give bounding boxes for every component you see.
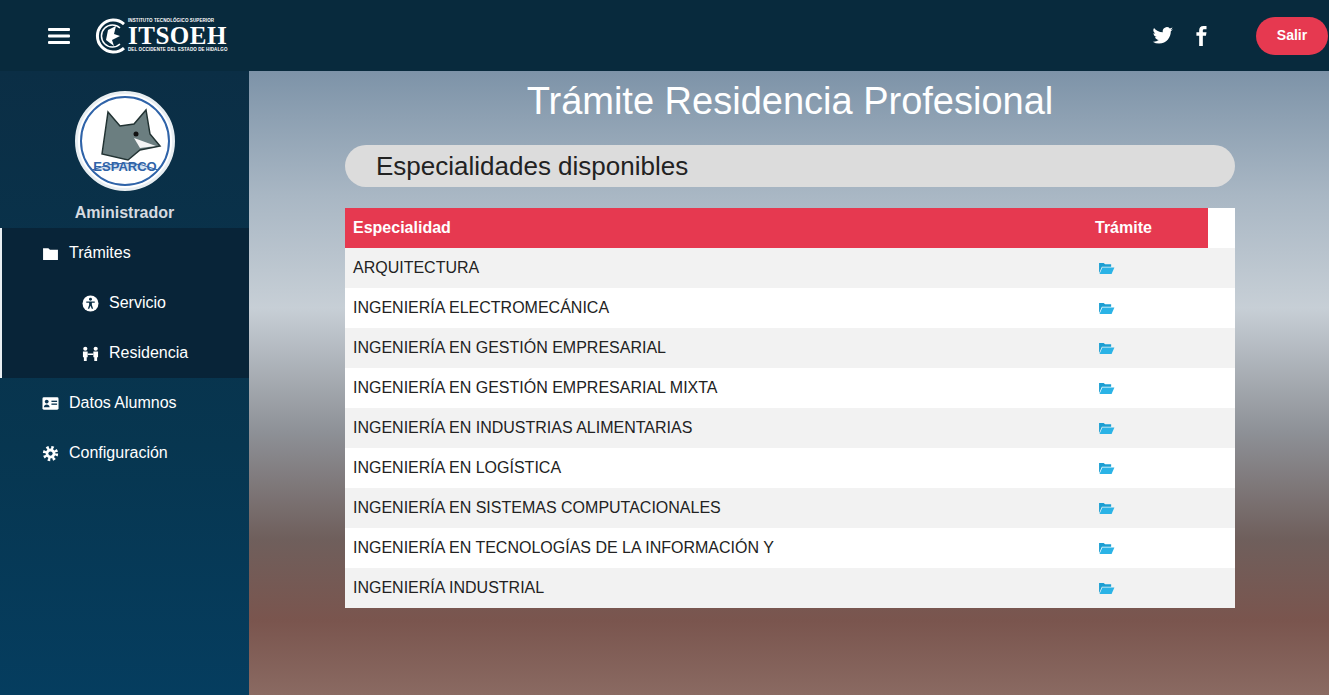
table-row: INGENIERÍA ELECTROMECÁNICA — [345, 288, 1235, 328]
action-cell — [1087, 488, 1235, 528]
table-row: INGENIERÍA EN TECNOLOGÍAS DE LA INFORMAC… — [345, 528, 1235, 568]
open-folder-icon[interactable] — [1098, 462, 1115, 475]
table-row: INGENIERÍA EN GESTIÓN EMPRESARIAL MIXTA — [345, 368, 1235, 408]
sidebar-item[interactable]: Servicio — [2, 278, 249, 328]
specialty-cell: INGENIERÍA EN GESTIÓN EMPRESARIAL MIXTA — [345, 368, 1087, 408]
sidebar-item-label[interactable]: Datos Alumnos — [69, 391, 177, 415]
gear-icon — [42, 445, 59, 462]
user-avatar: ESPARCO — [75, 91, 175, 191]
folder-icon — [42, 245, 59, 262]
column-header: Especialidad — [345, 208, 1087, 248]
action-cell — [1087, 568, 1235, 608]
sidebar-item[interactable]: Datos Alumnos — [0, 378, 249, 428]
table-row: INGENIERÍA EN LOGÍSTICA — [345, 448, 1235, 488]
action-cell — [1087, 368, 1235, 408]
action-cell — [1087, 328, 1235, 368]
logo-text[interactable]: INSTITUTO TECNOLÓGICO SUPERIORITSOEHDEL … — [128, 19, 228, 53]
sidebar: ESPARCO Aministrador Trámites Servicio Resid… — [0, 71, 249, 695]
facebook-link[interactable] — [1190, 25, 1212, 47]
page-title: Trámite Residencia Profesional — [345, 79, 1235, 123]
menu-toggle[interactable] — [48, 27, 70, 45]
hamburger-icon[interactable] — [48, 27, 70, 45]
table-row: ARQUITECTURA — [345, 248, 1235, 288]
table-body: ARQUITECTURAINGENIERÍA ELECTROMECÁNICAIN… — [345, 248, 1235, 608]
specialty-cell: INGENIERÍA EN GESTIÓN EMPRESARIAL — [345, 328, 1087, 368]
table-row: INGENIERÍA EN GESTIÓN EMPRESARIAL — [345, 328, 1235, 368]
open-folder-icon[interactable] — [1098, 262, 1115, 275]
twitter-link[interactable] — [1152, 25, 1174, 47]
specialty-cell: INGENIERÍA ELECTROMECÁNICA — [345, 288, 1087, 328]
menu-group: Configuración — [0, 428, 249, 478]
specialty-cell: INGENIERÍA INDUSTRIAL — [345, 568, 1087, 608]
open-folder-icon[interactable] — [1098, 502, 1115, 515]
table-row: INGENIERÍA EN SISTEMAS COMPUTACIONALES — [345, 488, 1235, 528]
twitter-icon[interactable] — [1152, 25, 1174, 47]
sidebar-item[interactable]: Residencia — [2, 328, 249, 378]
user-name: Aministrador — [0, 201, 249, 225]
action-cell — [1087, 248, 1235, 288]
site-logo[interactable]: INSTITUTO TECNOLÓGICO SUPERIORITSOEHDEL … — [94, 14, 228, 58]
specialties-table: EspecialidadTrámite ARQUITECTURAINGENIER… — [345, 208, 1235, 608]
specialty-cell: INGENIERÍA EN TECNOLOGÍAS DE LA INFORMAC… — [345, 528, 1087, 568]
facebook-icon[interactable] — [1190, 25, 1212, 47]
sidebar-item[interactable]: Trámites — [2, 228, 249, 278]
app-shell: ESPARCO Aministrador Trámites Servicio Resid… — [0, 71, 1329, 695]
people-icon — [82, 345, 99, 362]
open-folder-icon[interactable] — [1098, 422, 1115, 435]
accessibility-icon — [82, 295, 99, 312]
sidebar-item-label[interactable]: Residencia — [109, 341, 188, 365]
action-cell — [1087, 408, 1235, 448]
avatar-text: ESPARCO — [93, 159, 156, 174]
id-card-icon — [42, 395, 59, 412]
section-title: Especialidades disponibles — [345, 145, 1235, 187]
menu-group: Trámites Servicio Residencia — [0, 228, 249, 378]
sidebar-item-label[interactable]: Trámites — [69, 241, 131, 265]
column-header: Trámite — [1087, 208, 1208, 248]
main-area: Trámite Residencia Profesional Especiali… — [249, 71, 1329, 695]
action-cell — [1087, 448, 1235, 488]
specialty-cell: ARQUITECTURA — [345, 248, 1087, 288]
exit-button[interactable]: Salir — [1256, 17, 1328, 55]
wolf-icon: ESPARCO — [78, 94, 172, 188]
open-folder-icon[interactable] — [1098, 542, 1115, 555]
table-row: INGENIERÍA INDUSTRIAL — [345, 568, 1235, 608]
open-folder-icon[interactable] — [1098, 582, 1115, 595]
sidebar-item[interactable]: Configuración — [0, 428, 249, 478]
action-cell — [1087, 528, 1235, 568]
header-actions: Salir — [1152, 17, 1328, 55]
open-folder-icon[interactable] — [1098, 302, 1115, 315]
logo-title: ITSOEH — [128, 23, 228, 48]
top-bar: INSTITUTO TECNOLÓGICO SUPERIORITSOEHDEL … — [0, 0, 1329, 71]
specialty-cell: INGENIERÍA EN SISTEMAS COMPUTACIONALES — [345, 488, 1087, 528]
header-spacer — [1208, 208, 1235, 248]
logo-bottom-text: DEL OCCIDENTE DEL ESTADO DE HIDALGO — [128, 48, 228, 53]
table-row: INGENIERÍA EN INDUSTRIAS ALIMENTARIAS — [345, 408, 1235, 448]
sidebar-item-label[interactable]: Configuración — [69, 441, 168, 465]
table-header: EspecialidadTrámite — [345, 208, 1235, 248]
specialty-cell: INGENIERÍA EN INDUSTRIAS ALIMENTARIAS — [345, 408, 1087, 448]
menu-group: Datos Alumnos — [0, 378, 249, 428]
specialty-cell: INGENIERÍA EN LOGÍSTICA — [345, 448, 1087, 488]
sidebar-item-label[interactable]: Servicio — [109, 291, 166, 315]
action-cell — [1087, 288, 1235, 328]
open-folder-icon[interactable] — [1098, 342, 1115, 355]
open-folder-icon[interactable] — [1098, 382, 1115, 395]
logo-icon[interactable] — [94, 16, 132, 56]
